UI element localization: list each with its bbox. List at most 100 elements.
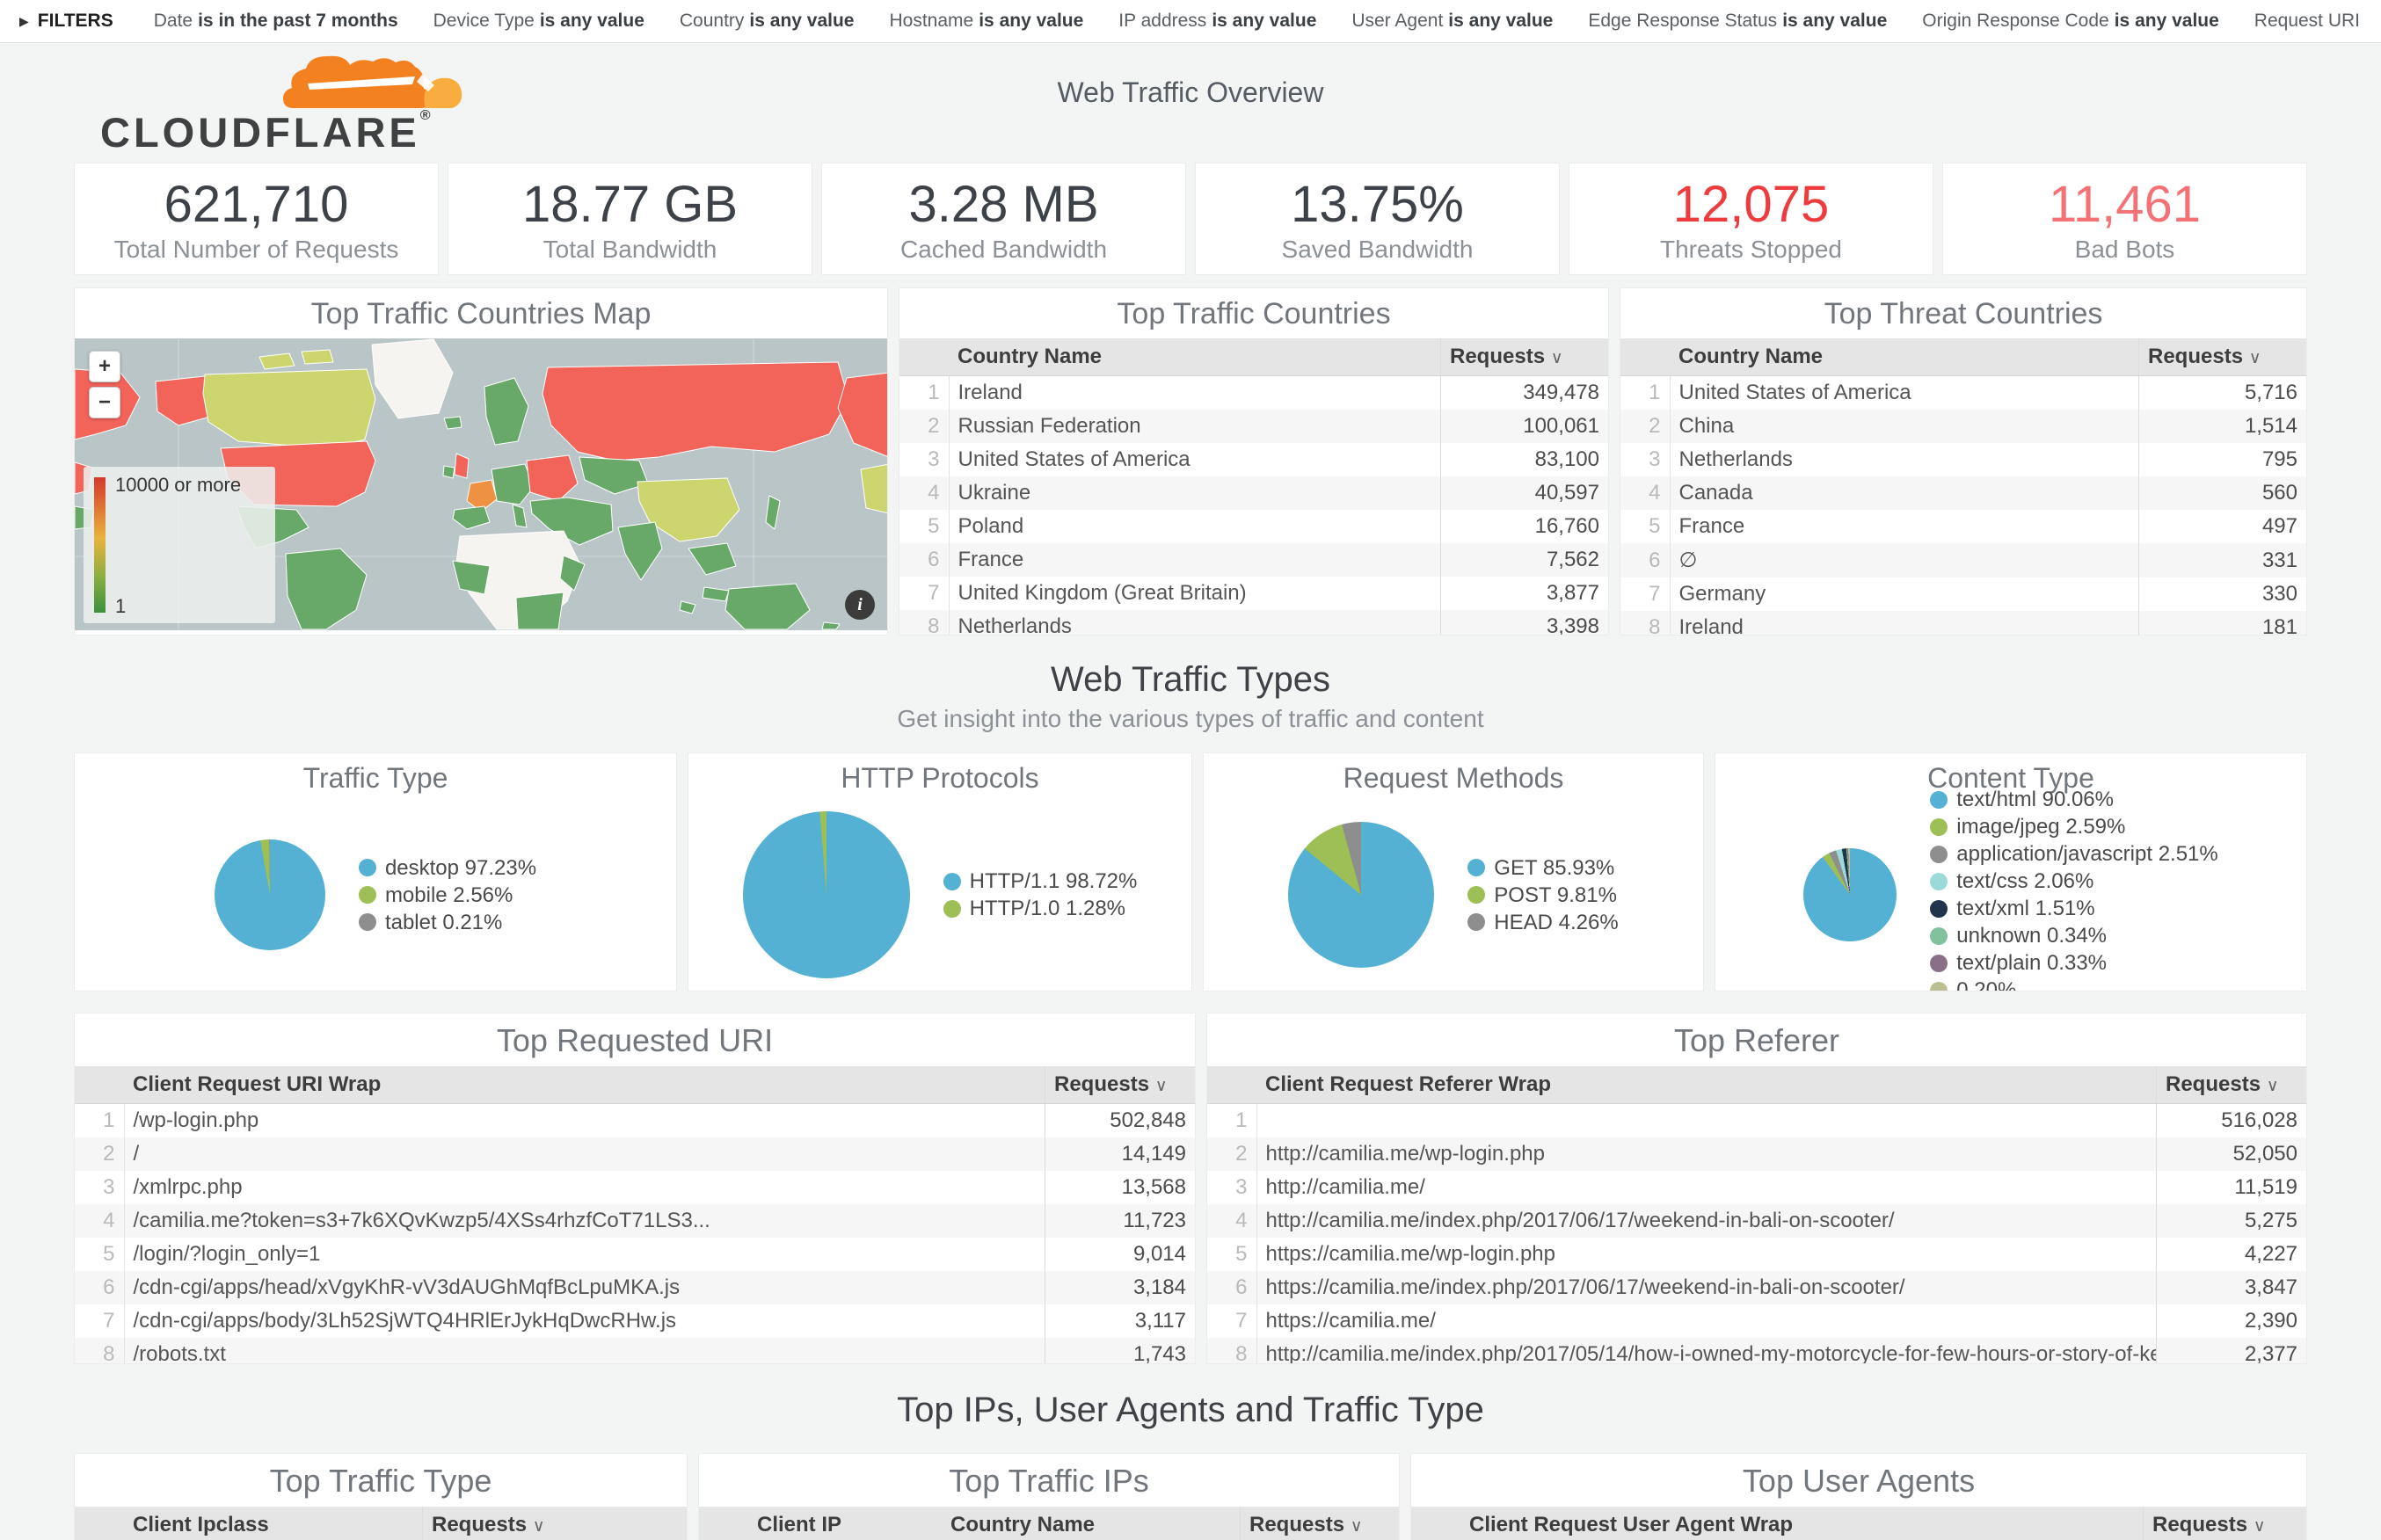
row-number: 6 xyxy=(75,1271,124,1304)
table-row[interactable]: 1United States of America5,716 xyxy=(1620,376,2306,410)
legend-item: text/plain 0.33% xyxy=(1930,949,2218,977)
column-header[interactable]: Client Request Referer Wrap xyxy=(1256,1066,2157,1104)
column-header[interactable]: Requests ∨ xyxy=(2139,338,2307,376)
table-row[interactable]: 5Poland16,760 xyxy=(899,510,1608,543)
world-map[interactable]: + − 10000 or more 1 i xyxy=(75,338,888,630)
table-row[interactable]: 6∅331 xyxy=(1620,543,2306,578)
filter-item[interactable]: User Agentis any value xyxy=(1351,11,1553,32)
table-row[interactable]: 8Ireland181 xyxy=(1620,611,2306,636)
table-row[interactable]: 7Germany330 xyxy=(1620,578,2306,611)
cell: /xmlrpc.php xyxy=(124,1171,1045,1204)
filter-item[interactable]: Edge Response Statusis any value xyxy=(1588,11,1887,32)
map-info-icon[interactable]: i xyxy=(845,590,875,620)
table-row[interactable]: 7https://camilia.me/2,390 xyxy=(1207,1304,2306,1338)
table-row[interactable]: 8/robots.txt1,743 xyxy=(75,1338,1195,1364)
pie-legend: text/html 90.06%image/jpeg 2.59%applicat… xyxy=(1930,786,2218,992)
column-header[interactable]: Client Request User Agent Wrap xyxy=(1460,1507,2144,1540)
table-row[interactable]: 3Netherlands795 xyxy=(1620,443,2306,476)
legend-color-dot xyxy=(1930,818,1948,836)
traffic-type-panel: Traffic Type desktop 97.23%mobile 2.56%t… xyxy=(74,752,677,992)
table-row[interactable]: 4/camilia.me?token=s3+7k6XQvKwzp5/4XSs4r… xyxy=(75,1204,1195,1238)
cell: /robots.txt xyxy=(124,1338,1045,1364)
legend-max-label: 10000 or more xyxy=(115,474,241,497)
filter-item[interactable]: Dateis in the past 7 months xyxy=(154,11,398,32)
filter-item[interactable]: Origin Response Codeis any value xyxy=(1922,11,2219,32)
table-row[interactable]: 2/14,149 xyxy=(75,1137,1195,1171)
table-row[interactable]: 8Netherlands3,398 xyxy=(899,610,1608,636)
row-number: 2 xyxy=(899,410,949,443)
column-header[interactable]: Client Ipclass xyxy=(124,1507,423,1540)
page-header: CLOUDFLARE® Web Traffic Overview xyxy=(0,43,2381,157)
table-row[interactable]: 6France7,562 xyxy=(899,543,1608,577)
cell: United States of America xyxy=(1670,376,2139,410)
legend-color-dot xyxy=(1930,846,1948,863)
column-header[interactable]: Requests ∨ xyxy=(2144,1507,2307,1540)
column-header[interactable]: Requests ∨ xyxy=(1241,1507,1400,1540)
table-row[interactable]: 1516,028 xyxy=(1207,1104,2306,1138)
filter-item[interactable]: Device Typeis any value xyxy=(433,11,644,32)
zoom-out-button[interactable]: − xyxy=(89,387,120,418)
filter-item[interactable]: Countryis any value xyxy=(680,11,855,32)
table-row[interactable]: 1Ireland349,478 xyxy=(899,376,1608,410)
row-number: 4 xyxy=(75,1204,124,1238)
table-row[interactable]: 6/cdn-cgi/apps/head/xVgyKhR-vV3dAUGhMqfB… xyxy=(75,1271,1195,1304)
legend-item: HTTP/1.0 1.28% xyxy=(943,895,1138,922)
cell: /login/?login_only=1 xyxy=(124,1238,1045,1271)
column-header[interactable]: Requests ∨ xyxy=(1045,1066,1196,1104)
row-number-header xyxy=(1411,1507,1460,1540)
stat-threats-stopped: 12,075Threats Stopped xyxy=(1569,163,1933,275)
table-row[interactable]: 4http://camilia.me/index.php/2017/06/17/… xyxy=(1207,1204,2306,1238)
table-row[interactable]: 4Canada560 xyxy=(1620,476,2306,510)
cell: Poland xyxy=(949,510,1441,543)
legend-color-dot xyxy=(943,873,961,890)
column-header[interactable]: Requests ∨ xyxy=(423,1507,688,1540)
column-header[interactable]: Requests ∨ xyxy=(2157,1066,2307,1104)
table-row[interactable]: 3/xmlrpc.php13,568 xyxy=(75,1171,1195,1204)
cell: 3,398 xyxy=(1441,610,1609,636)
cell: France xyxy=(949,543,1441,577)
table-row[interactable]: 5France497 xyxy=(1620,510,2306,543)
table-row[interactable]: 3http://camilia.me/11,519 xyxy=(1207,1171,2306,1204)
cell: 52,050 xyxy=(2157,1137,2307,1171)
table-row[interactable]: 8http://camilia.me/index.php/2017/05/14/… xyxy=(1207,1338,2306,1364)
legend-color-dot xyxy=(1930,955,1948,972)
sort-caret-icon: ∨ xyxy=(1351,1517,1363,1536)
column-header[interactable]: Client IP xyxy=(748,1507,942,1540)
table-row[interactable]: 4Ukraine40,597 xyxy=(899,476,1608,510)
column-header[interactable]: Country Name xyxy=(949,338,1441,376)
legend-color-dot xyxy=(359,913,376,931)
zoom-in-button[interactable]: + xyxy=(89,351,120,382)
row-number: 3 xyxy=(75,1171,124,1204)
row-number: 6 xyxy=(1620,543,1670,578)
sort-caret-icon: ∨ xyxy=(1551,349,1563,367)
row-number: 5 xyxy=(1620,510,1670,543)
table-row[interactable]: 2Russian Federation100,061 xyxy=(899,410,1608,443)
table-row[interactable]: 3United States of America83,100 xyxy=(899,443,1608,476)
panel-title: HTTP Protocols xyxy=(688,753,1191,802)
sort-caret-icon: ∨ xyxy=(2249,349,2261,367)
stat-total-bandwidth: 18.77 GBTotal Bandwidth xyxy=(448,163,812,275)
table-row[interactable]: 5/login/?login_only=19,014 xyxy=(75,1238,1195,1271)
column-header[interactable]: Requests ∨ xyxy=(1441,338,1609,376)
cell: Ireland xyxy=(949,376,1441,410)
legend-item: text/html 90.06% xyxy=(1930,786,2218,813)
top-user-agents-panel: Top User Agents Client Request User Agen… xyxy=(1410,1453,2307,1540)
table-row[interactable]: 7United Kingdom (Great Britain)3,877 xyxy=(899,577,1608,610)
cell: 100,061 xyxy=(1441,410,1609,443)
cell: 16,760 xyxy=(1441,510,1609,543)
column-header[interactable]: Client Request URI Wrap xyxy=(124,1066,1045,1104)
table-row[interactable]: 7/cdn-cgi/apps/body/3Lh52SjWTQ4HRlErJykH… xyxy=(75,1304,1195,1338)
table-row[interactable]: 2China1,514 xyxy=(1620,410,2306,443)
filters-toggle[interactable]: ▶ FILTERS xyxy=(19,11,113,32)
table-row[interactable]: 1/wp-login.php502,848 xyxy=(75,1104,1195,1138)
filter-item[interactable]: IP addressis any value xyxy=(1118,11,1316,32)
filter-item[interactable]: Request URIis any value xyxy=(2254,11,2362,32)
column-header[interactable]: Country Name xyxy=(1670,338,2139,376)
table-row[interactable]: 2http://camilia.me/wp-login.php52,050 xyxy=(1207,1137,2306,1171)
filter-item[interactable]: Hostnameis any value xyxy=(890,11,1084,32)
table-row[interactable]: 5https://camilia.me/wp-login.php4,227 xyxy=(1207,1238,2306,1271)
table-row[interactable]: 6https://camilia.me/index.php/2017/06/17… xyxy=(1207,1271,2306,1304)
cell xyxy=(1256,1104,2157,1138)
legend-min-label: 1 xyxy=(115,595,126,618)
column-header[interactable]: Country Name xyxy=(942,1507,1241,1540)
